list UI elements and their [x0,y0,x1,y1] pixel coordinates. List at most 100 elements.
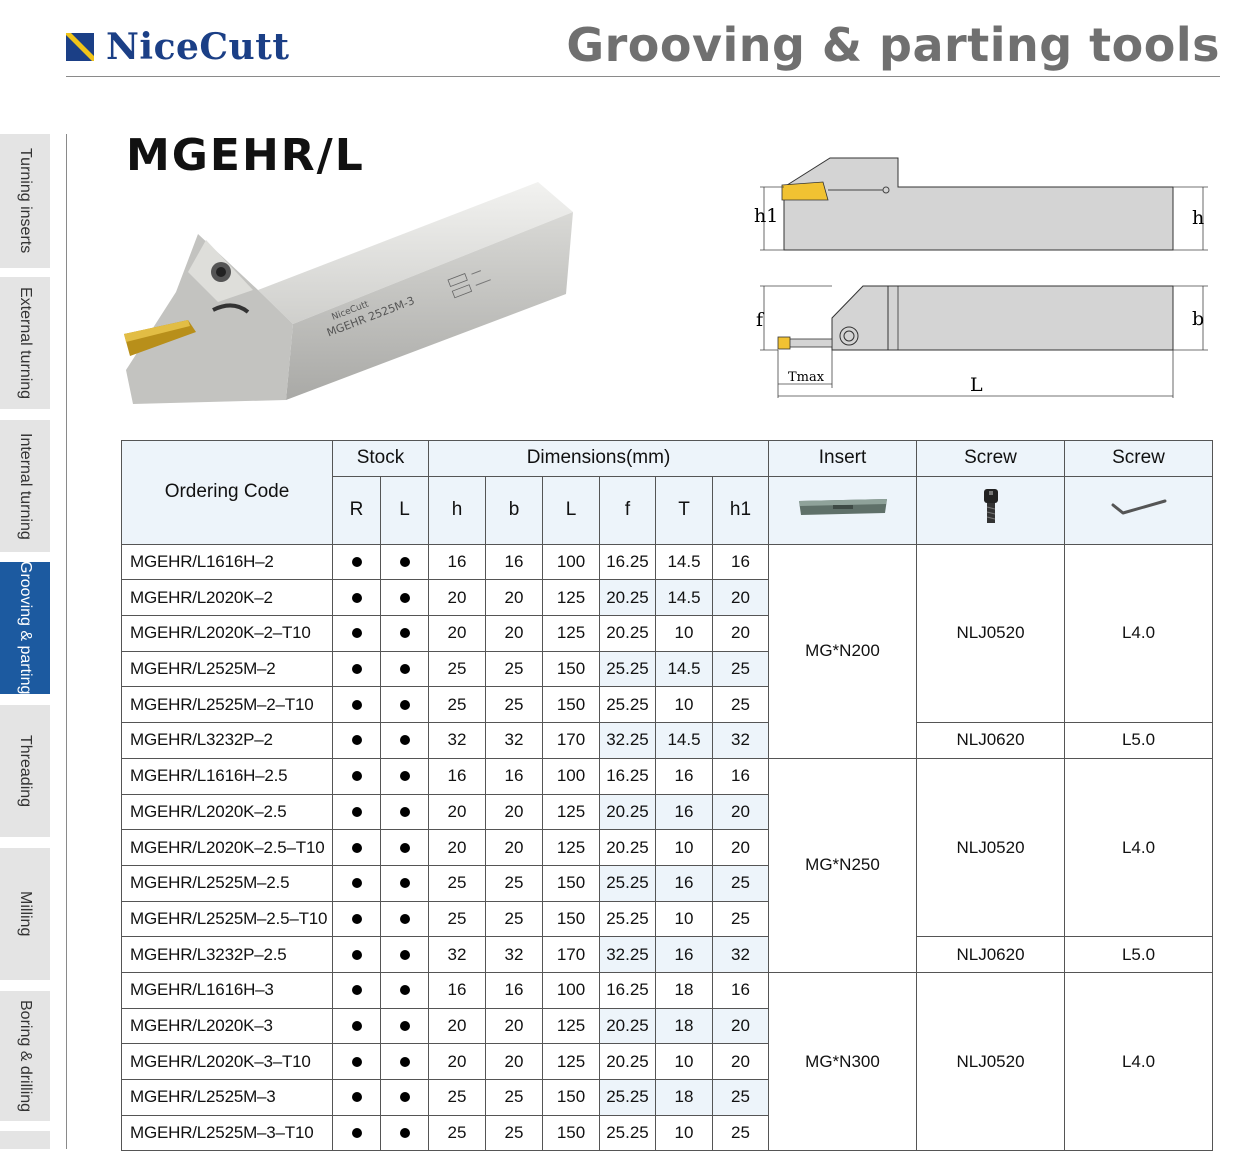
table-row: MGEHR/L3232P–2.5 32 32 170 32.25 16 32 NLJ0620 L… [121,936,1213,973]
insert-header-image [768,475,917,545]
dimension-cell-len: 170 [542,936,600,973]
stock-dot-icon [351,592,362,603]
dimension-cell-T: 16 [655,757,713,795]
stock-dot-icon [351,949,362,960]
dimension-cell-h: 25 [428,650,486,688]
stock-left-cell [380,936,429,973]
dimension-cell-h1: 25 [712,686,769,724]
stock-right-cell [332,650,381,688]
dimension-cell-len: 150 [542,864,600,902]
dimension-cell-h: 16 [428,543,486,581]
stock-dot-icon [351,913,362,924]
dimension-cell-h1: 20 [712,615,769,652]
dimension-cell-h: 32 [428,722,486,759]
dimension-cell-f: 16.25 [599,757,656,795]
dimension-cell-f: 25.25 [599,900,656,938]
dimension-diagram: h1 h f b Tmax L [754,157,1208,398]
dimension-cell-h1: 20 [712,1007,769,1045]
label-b: b [1192,308,1204,330]
dimension-cell-h: 20 [428,615,486,652]
dimension-cell-len: 125 [542,1007,600,1045]
hex-key-icon [1111,499,1166,515]
sidebar-tab-label: Milling [17,891,34,937]
stock-left-cell [380,829,429,866]
dimension-cell-h: 25 [428,686,486,724]
stock-dot-icon [351,1020,362,1031]
insert-cell: MG*N300 [768,971,917,1151]
page-header: NiceCutt Grooving & parting tools [66,0,1220,77]
stock-dot-icon [351,1056,362,1067]
stock-dot-icon [399,1056,410,1067]
dimension-cell-f: 25.25 [599,1114,656,1151]
dimension-cell-b: 16 [485,757,543,795]
dimension-cell-b: 16 [485,543,543,581]
sidebar-tab-external-turning[interactable]: External turning [0,277,50,409]
dimension-cell-h: 16 [428,757,486,795]
stock-dot-icon [399,592,410,603]
dimension-cell-len: 150 [542,900,600,938]
stock-dot-icon [399,771,410,782]
label-h: h [1192,207,1204,229]
subheader-h1: h1 [712,475,769,545]
logo-mark-icon [66,33,94,61]
stock-right-cell [332,757,381,795]
ordering-code-cell: MGEHR/L2020K–3 [121,1007,333,1045]
insert-cell: MG*N250 [768,757,917,973]
stock-dot-icon [351,842,362,853]
dimension-cell-T: 18 [655,1079,713,1116]
dimension-cell-f: 20.25 [599,793,656,831]
stock-dot-icon [351,735,362,746]
dimension-cell-f: 25.25 [599,686,656,724]
label-tmax: Tmax [788,370,825,385]
dimension-cell-len: 170 [542,722,600,759]
top-view: f b Tmax L [756,285,1208,398]
ordering-code-cell: MGEHR/L3232P–2.5 [121,936,333,973]
table-row: MGEHR/L3232P–2 32 32 170 32.25 14.5 32 NLJ0620 L… [121,722,1213,759]
dimension-cell-T: 16 [655,793,713,831]
dimension-cell-h1: 25 [712,650,769,688]
screw-cell: NLJ0620 [916,936,1065,973]
ordering-code-cell: MGEHR/L2020K–2.5 [121,793,333,831]
ordering-code-cell: MGEHR/L2020K–2.5–T10 [121,829,333,866]
sidebar-tab-partial [0,1131,50,1149]
dimension-cell-len: 100 [542,757,600,795]
dimension-cell-len: 125 [542,615,600,652]
sidebar-tab-threading[interactable]: Threading [0,705,50,837]
dimension-cell-h1: 25 [712,864,769,902]
hex-key-header-image [1064,475,1213,545]
stock-right-cell [332,1043,381,1080]
stock-dot-icon [399,664,410,675]
stock-right-cell [332,793,381,831]
sidebar-tab-grooving-parting[interactable]: Grooving & parting [0,561,50,695]
dimension-cell-f: 25.25 [599,1079,656,1116]
dimension-cell-h1: 32 [712,722,769,759]
dimension-cell-h1: 20 [712,579,769,617]
stock-right-cell [332,936,381,973]
tool-holder-photo: NiceCutt MGEHR 2525M-3 [124,182,573,404]
stock-dot-icon [399,1092,410,1103]
ordering-code-cell: MGEHR/L2525M–3 [121,1079,333,1116]
stock-left-cell [380,1007,429,1045]
dimension-cell-T: 16 [655,936,713,973]
stock-dot-icon [399,557,410,568]
sidebar-tab-boring-drilling[interactable]: Boring & drilling [0,991,50,1121]
sidebar-tab-internal-turning[interactable]: Internal turning [0,420,50,552]
side-view: h1 h [754,157,1208,251]
section-title: Grooving & parting tools [566,18,1220,72]
dimension-cell-b: 25 [485,686,543,724]
brand-name: NiceCutt [106,26,290,68]
dimension-cell-h: 20 [428,793,486,831]
dimension-cell-T: 14.5 [655,722,713,759]
header-screw-key: Screw [1064,440,1213,477]
stock-right-cell [332,1114,381,1151]
dimension-cell-T: 18 [655,971,713,1009]
label-h1: h1 [754,205,778,227]
sidebar-tab-turning-inserts[interactable]: Turning inserts [0,134,50,268]
header-dimensions: Dimensions(mm) [428,440,769,477]
subheader-length: L [542,475,600,545]
dimension-cell-f: 20.25 [599,1043,656,1080]
dimension-cell-f: 32.25 [599,722,656,759]
stock-right-cell [332,1079,381,1116]
sidebar-tab-milling[interactable]: Milling [0,848,50,980]
dimension-cell-h: 25 [428,864,486,902]
